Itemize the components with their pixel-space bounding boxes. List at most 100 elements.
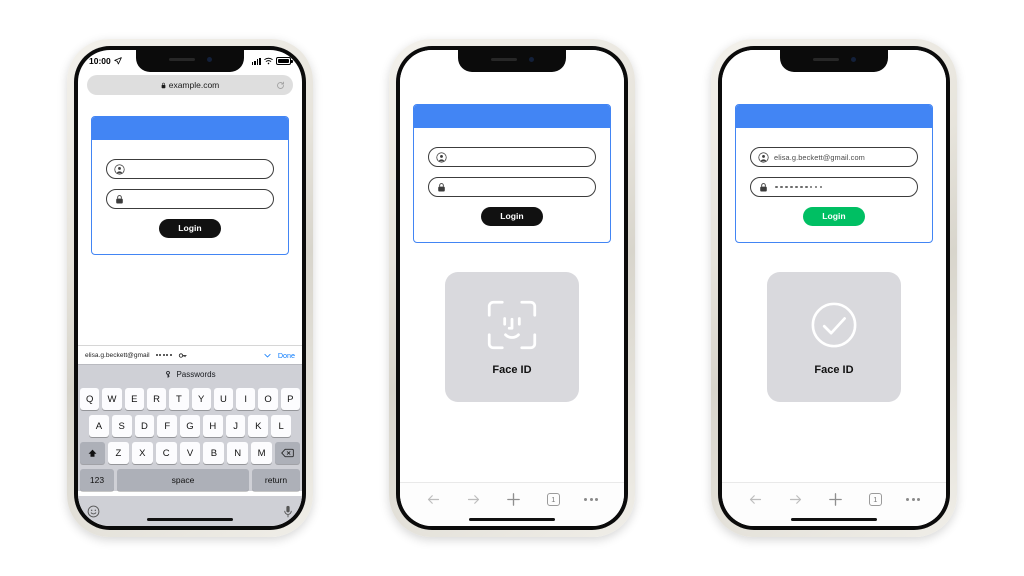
passwords-label: Passwords bbox=[176, 370, 216, 379]
wifi-icon bbox=[264, 57, 273, 65]
numbers-key[interactable]: 123 bbox=[80, 469, 114, 491]
key-b[interactable]: B bbox=[203, 442, 225, 464]
autofill-done-button[interactable]: Done bbox=[278, 351, 295, 360]
key-q[interactable]: Q bbox=[80, 388, 100, 410]
username-input-2[interactable] bbox=[428, 147, 596, 167]
login-button-row-2: Login bbox=[428, 207, 596, 226]
passwords-suggestion-bar[interactable]: Passwords bbox=[78, 364, 302, 384]
key-k[interactable]: K bbox=[248, 415, 269, 437]
phone-2-page: Login bbox=[400, 50, 624, 243]
key-s[interactable]: S bbox=[111, 415, 132, 437]
key-c[interactable]: C bbox=[155, 442, 177, 464]
key-l[interactable]: L bbox=[271, 415, 292, 437]
chevron-down-icon[interactable] bbox=[263, 351, 272, 360]
shift-icon[interactable] bbox=[80, 442, 105, 464]
key-o[interactable]: O bbox=[258, 388, 278, 410]
key-v[interactable]: V bbox=[179, 442, 201, 464]
cellular-bars-icon bbox=[251, 57, 261, 65]
password-input-1[interactable] bbox=[106, 189, 274, 209]
arrow-back-icon[interactable] bbox=[426, 492, 441, 507]
key-icon bbox=[166, 370, 171, 378]
microphone-icon[interactable] bbox=[283, 505, 293, 518]
arrow-forward-icon[interactable] bbox=[788, 492, 803, 507]
login-card-body: elisa.g.beckett@gmail.com Login bbox=[736, 128, 932, 242]
person-icon bbox=[758, 151, 769, 163]
phone-1-keyboard-zone: elisa.g.beckett@gmail Done Passwords Q W… bbox=[78, 345, 302, 526]
phone-1-url-bar-wrap: example.com bbox=[78, 72, 302, 100]
phone-3-page: elisa.g.beckett@gmail.com Login bbox=[722, 50, 946, 243]
front-camera-icon bbox=[206, 56, 212, 62]
lock-icon bbox=[438, 182, 445, 192]
key-y[interactable]: Y bbox=[191, 388, 211, 410]
username-input-3[interactable]: elisa.g.beckett@gmail.com bbox=[750, 147, 918, 167]
phone-1: 10:00 example.com Login elisa.g.beckett@… bbox=[67, 39, 313, 537]
battery-icon bbox=[276, 57, 293, 65]
phone-1-bezel: 10:00 example.com Login elisa.g.beckett@… bbox=[74, 46, 306, 530]
key-z[interactable]: Z bbox=[108, 442, 129, 464]
phone-mockup-stage: 10:00 example.com Login elisa.g.beckett@… bbox=[0, 0, 1024, 576]
key-i[interactable]: I bbox=[236, 388, 256, 410]
login-button-1[interactable]: Login bbox=[159, 219, 221, 238]
home-indicator-2 bbox=[469, 517, 555, 521]
return-key[interactable]: return bbox=[252, 469, 300, 491]
key-icon bbox=[178, 352, 187, 358]
emoji-smiley-icon[interactable] bbox=[87, 505, 100, 518]
phone-3: elisa.g.beckett@gmail.com Login Face ID … bbox=[711, 39, 957, 537]
tab-count-button[interactable]: 1 bbox=[546, 492, 560, 506]
url-bar[interactable]: example.com bbox=[87, 75, 293, 95]
arrow-back-icon[interactable] bbox=[748, 492, 763, 507]
earpiece-speaker bbox=[812, 57, 839, 61]
password-input-2[interactable] bbox=[428, 177, 596, 197]
backspace-icon[interactable] bbox=[275, 442, 301, 464]
more-ellipsis-icon[interactable] bbox=[906, 497, 920, 501]
phone-3-bezel: elisa.g.beckett@gmail.com Login Face ID … bbox=[718, 46, 950, 530]
login-button-2[interactable]: Login bbox=[481, 207, 543, 226]
tab-count-button[interactable]: 1 bbox=[868, 492, 882, 506]
key-w[interactable]: W bbox=[102, 388, 122, 410]
plus-icon[interactable] bbox=[827, 491, 844, 508]
key-p[interactable]: P bbox=[280, 388, 300, 410]
url-text: example.com bbox=[168, 80, 220, 90]
phone-1-screen: 10:00 example.com Login elisa.g.beckett@… bbox=[78, 50, 302, 526]
username-value-3: elisa.g.beckett@gmail.com bbox=[774, 152, 865, 162]
login-card-header-bar bbox=[736, 105, 932, 128]
key-n[interactable]: N bbox=[227, 442, 249, 464]
plus-icon[interactable] bbox=[505, 491, 522, 508]
login-card-2: Login bbox=[413, 104, 611, 243]
lock-icon bbox=[116, 194, 123, 204]
keyboard-row-3: Z X C V B N M bbox=[80, 442, 301, 464]
key-f[interactable]: F bbox=[157, 415, 178, 437]
face-id-sheet-success: Face ID bbox=[767, 272, 901, 402]
phone-2-notch bbox=[458, 50, 566, 72]
more-ellipsis-icon[interactable] bbox=[584, 497, 598, 501]
reload-icon[interactable] bbox=[276, 81, 285, 90]
front-camera-icon bbox=[528, 56, 534, 62]
key-u[interactable]: U bbox=[213, 388, 234, 410]
front-camera-icon bbox=[850, 56, 856, 62]
home-indicator-3 bbox=[791, 517, 877, 521]
autofill-suggestion-bar[interactable]: elisa.g.beckett@gmail Done bbox=[78, 345, 302, 364]
keyboard-row-4: 123 space return bbox=[80, 469, 300, 491]
space-key[interactable]: space bbox=[117, 469, 249, 491]
key-h[interactable]: H bbox=[202, 415, 223, 437]
login-button-row-1: Login bbox=[106, 219, 274, 238]
key-j[interactable]: J bbox=[225, 415, 246, 437]
keyboard-row-2: A S D F G H J K L bbox=[80, 415, 300, 437]
arrow-forward-icon[interactable] bbox=[466, 492, 481, 507]
key-e[interactable]: E bbox=[124, 388, 144, 410]
key-t[interactable]: T bbox=[169, 388, 189, 410]
username-input-1[interactable] bbox=[106, 159, 274, 179]
key-a[interactable]: A bbox=[88, 415, 109, 437]
key-m[interactable]: M bbox=[251, 442, 273, 464]
key-g[interactable]: G bbox=[180, 415, 200, 437]
autofill-email: elisa.g.beckett@gmail bbox=[85, 351, 150, 359]
key-d[interactable]: D bbox=[134, 415, 155, 437]
login-card-body: Login bbox=[414, 128, 610, 242]
key-x[interactable]: X bbox=[131, 442, 153, 464]
login-card-body: Login bbox=[92, 140, 288, 254]
password-input-3[interactable] bbox=[750, 177, 918, 197]
key-r[interactable]: R bbox=[146, 388, 167, 410]
login-button-3[interactable]: Login bbox=[803, 207, 865, 226]
location-arrow-icon bbox=[114, 57, 122, 65]
login-card-3: elisa.g.beckett@gmail.com Login bbox=[735, 104, 933, 243]
